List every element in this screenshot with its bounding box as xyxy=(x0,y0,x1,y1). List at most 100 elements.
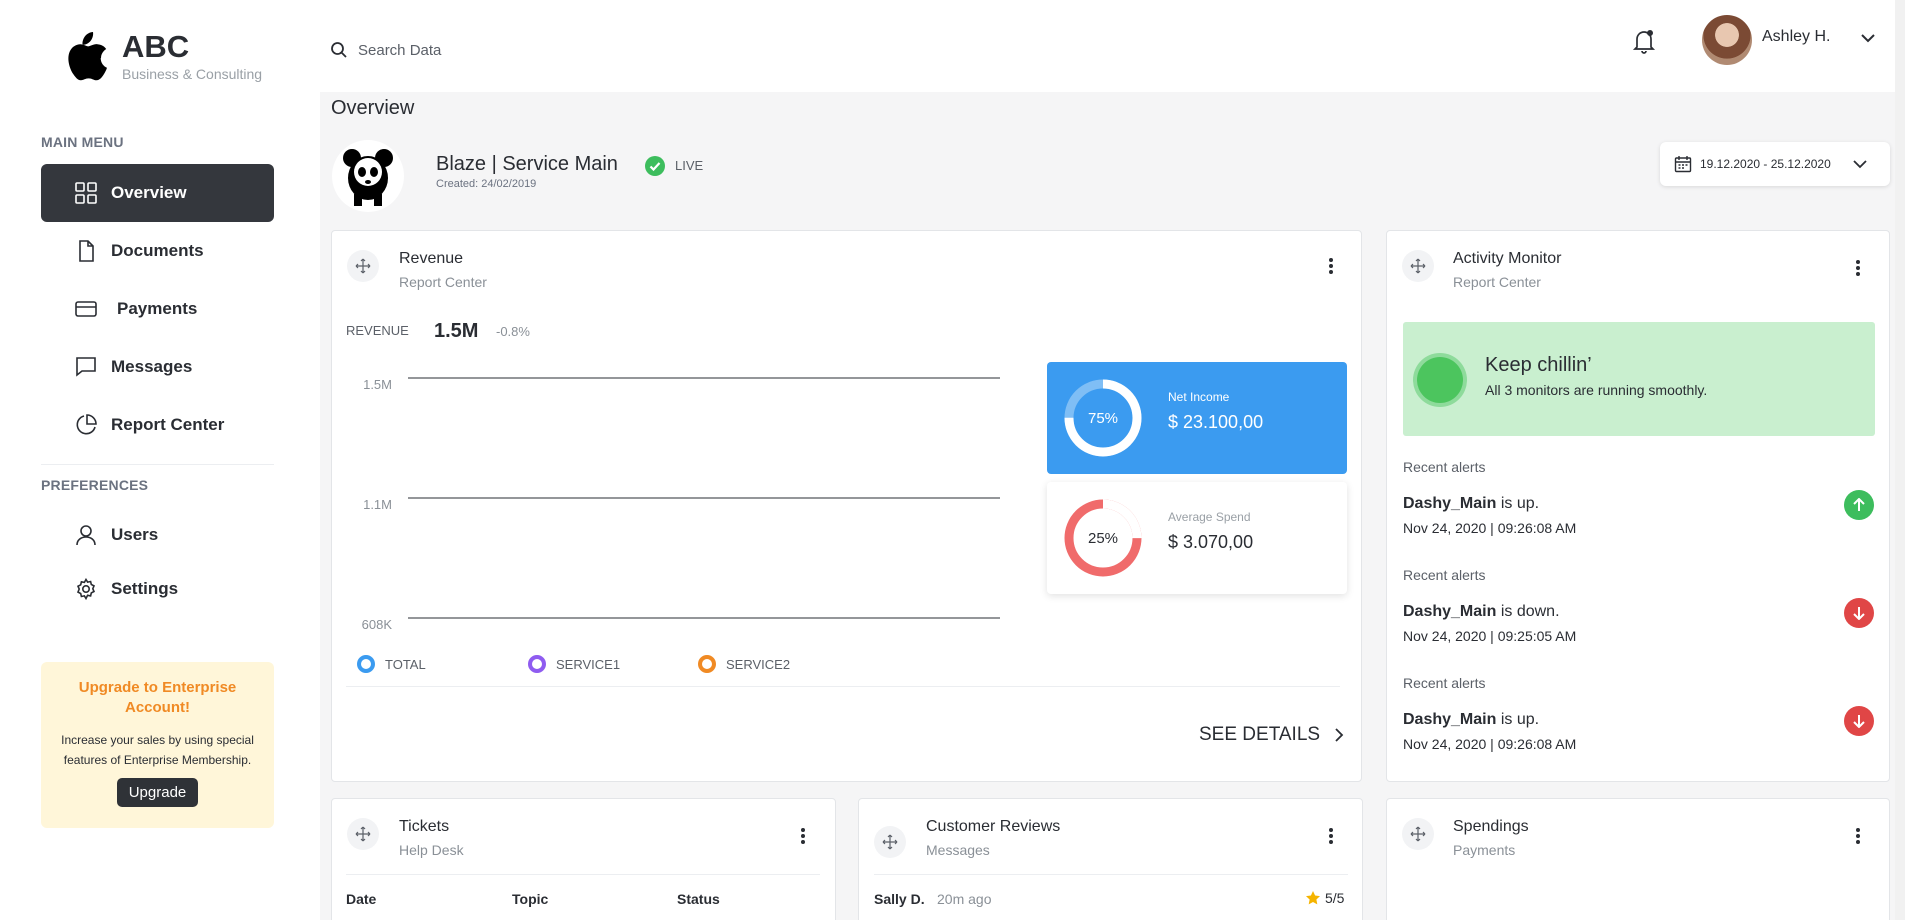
see-details-link[interactable]: SEE DETAILS xyxy=(1199,724,1346,746)
brand-name: ABC xyxy=(122,29,190,64)
status-indicator xyxy=(1417,357,1463,403)
more-options-icon[interactable] xyxy=(1855,259,1861,277)
sidebar-item-payments[interactable]: Payments xyxy=(41,280,274,338)
y-tick-label: 608K xyxy=(362,617,393,632)
net-income-title: Net Income xyxy=(1168,390,1230,404)
customer-reviews-subtitle: Messages xyxy=(926,842,990,858)
alert-time: Nov 24, 2020 | 09:25:05 AM xyxy=(1403,628,1577,644)
legend-label: SERVICE2 xyxy=(726,656,791,672)
monitor-status-text: All 3 monitors are running smoothly. xyxy=(1485,382,1708,398)
legend-marker xyxy=(357,655,375,673)
alert-time: Nov 24, 2020 | 09:26:08 AM xyxy=(1403,520,1577,536)
scrollbar[interactable] xyxy=(1895,0,1905,920)
more-options-icon[interactable] xyxy=(1328,257,1334,275)
average-spend-card[interactable]: 25% Average Spend $ 3.070,00 xyxy=(1047,482,1347,594)
monitor-status-banner: Keep chillin’ All 3 monitors are running… xyxy=(1403,322,1875,436)
bell-icon[interactable] xyxy=(1632,28,1656,54)
spendings-card xyxy=(1386,798,1890,920)
apple-icon xyxy=(68,32,107,81)
search-input[interactable] xyxy=(358,38,658,62)
revenue-value: 1.5M xyxy=(434,320,479,342)
activity-monitor-subtitle: Report Center xyxy=(1453,274,1541,290)
legend-item-total[interactable]: TOTAL xyxy=(357,655,426,673)
sidebar-item-documents[interactable]: Documents xyxy=(41,222,274,280)
sidebar-item-label: Messages xyxy=(111,357,193,376)
alert-label: Recent alerts xyxy=(1403,459,1486,475)
alert-status-text: is down. xyxy=(1500,603,1560,620)
table-header-date[interactable]: Date xyxy=(346,891,376,907)
date-range-picker[interactable]: 19.12.2020 - 25.12.2020 xyxy=(1660,142,1890,186)
pie-chart-icon xyxy=(75,414,97,436)
sidebar-item-report-center[interactable]: Report Center xyxy=(41,396,274,454)
sidebar-item-label: Report Center xyxy=(111,415,225,434)
more-options-icon[interactable] xyxy=(1855,827,1861,845)
alert-time: Nov 24, 2020 | 09:26:08 AM xyxy=(1403,736,1577,752)
preferences-title: PREFERENCES xyxy=(41,477,149,493)
chevron-down-icon xyxy=(1853,160,1867,169)
user-icon xyxy=(75,524,97,546)
legend-item-service1[interactable]: SERVICE1 xyxy=(528,655,620,673)
tickets-card xyxy=(331,798,836,920)
brand[interactable]: ABC Business & Consulting xyxy=(62,30,262,82)
alert-status-down[interactable] xyxy=(1844,706,1874,736)
alert-message: Dashy_Main is up. xyxy=(1403,711,1539,729)
alert-message: Dashy_Main is up. xyxy=(1403,495,1539,513)
upgrade-title: Upgrade to Enterprise Account! xyxy=(78,679,237,716)
table-header-topic[interactable]: Topic xyxy=(512,891,548,907)
credit-card-icon xyxy=(75,298,97,320)
chevron-down-icon[interactable] xyxy=(1860,30,1876,46)
move-icon[interactable] xyxy=(874,826,906,858)
legend-label: SERVICE1 xyxy=(556,656,621,672)
upgrade-button[interactable]: Upgrade xyxy=(116,778,199,807)
alert-message: Dashy_Main is down. xyxy=(1403,603,1560,621)
tickets-card-subtitle: Help Desk xyxy=(399,842,464,858)
tickets-card-title: Tickets xyxy=(399,818,450,835)
sidebar-item-label: Overview xyxy=(111,183,187,202)
sidebar-item-label: Settings xyxy=(111,579,179,598)
revenue-card-subtitle: Report Center xyxy=(399,274,487,290)
move-icon[interactable] xyxy=(347,818,379,850)
table-header-status[interactable]: Status xyxy=(677,891,720,907)
move-icon[interactable] xyxy=(1402,250,1434,282)
alert-monitor-name: Dashy_Main xyxy=(1403,711,1497,728)
spendings-card-title: Spendings xyxy=(1453,818,1529,835)
alert-status-down[interactable] xyxy=(1844,598,1874,628)
gear-icon xyxy=(75,578,97,600)
star-icon xyxy=(1306,891,1320,905)
legend-label: TOTAL xyxy=(385,656,426,672)
move-icon[interactable] xyxy=(1402,818,1434,850)
alert-status-up[interactable] xyxy=(1844,490,1874,520)
alert-status-text: is up. xyxy=(1500,495,1540,512)
arrow-down-icon xyxy=(1853,715,1865,728)
more-options-icon[interactable] xyxy=(1328,827,1334,845)
sidebar-item-overview[interactable]: Overview xyxy=(41,164,274,222)
spendings-card-subtitle: Payments xyxy=(1453,842,1516,858)
arrow-down-icon xyxy=(1853,607,1865,620)
sidebar-divider xyxy=(41,464,274,465)
y-tick-label: 1.1M xyxy=(363,497,392,512)
more-options-icon[interactable] xyxy=(800,827,806,845)
revenue-label: REVENUE xyxy=(346,323,409,338)
user-name[interactable]: Ashley H. xyxy=(1762,28,1830,46)
sidebar: ABC Business & Consulting MAIN MENU Over… xyxy=(0,0,320,920)
search-icon xyxy=(331,42,347,58)
service-name: Blaze | Service Main xyxy=(436,153,618,175)
see-details-label: SEE DETAILS xyxy=(1199,724,1321,745)
sidebar-item-messages[interactable]: Messages xyxy=(41,338,274,396)
legend-item-service2[interactable]: SERVICE2 xyxy=(698,655,790,673)
move-icon[interactable] xyxy=(347,250,379,282)
upgrade-text: Increase your sales by using special fea… xyxy=(61,733,254,767)
avatar[interactable] xyxy=(1702,15,1752,65)
sidebar-item-users[interactable]: Users xyxy=(41,506,274,564)
brand-subtitle: Business & Consulting xyxy=(122,66,263,82)
alert-status-text: is up. xyxy=(1500,711,1540,728)
average-spend-title: Average Spend xyxy=(1168,510,1251,524)
divider xyxy=(346,874,820,875)
document-icon xyxy=(75,240,97,262)
sidebar-item-settings[interactable]: Settings xyxy=(41,560,274,618)
calendar-icon xyxy=(1674,156,1692,173)
upgrade-promo: Upgrade to Enterprise Account! Increase … xyxy=(41,662,274,828)
net-income-card[interactable]: 75% Net Income $ 23.100,00 xyxy=(1047,362,1347,474)
net-income-value: $ 23.100,00 xyxy=(1168,412,1264,432)
revenue-line-chart: 1.5M 1.1M 608K xyxy=(362,377,1000,632)
